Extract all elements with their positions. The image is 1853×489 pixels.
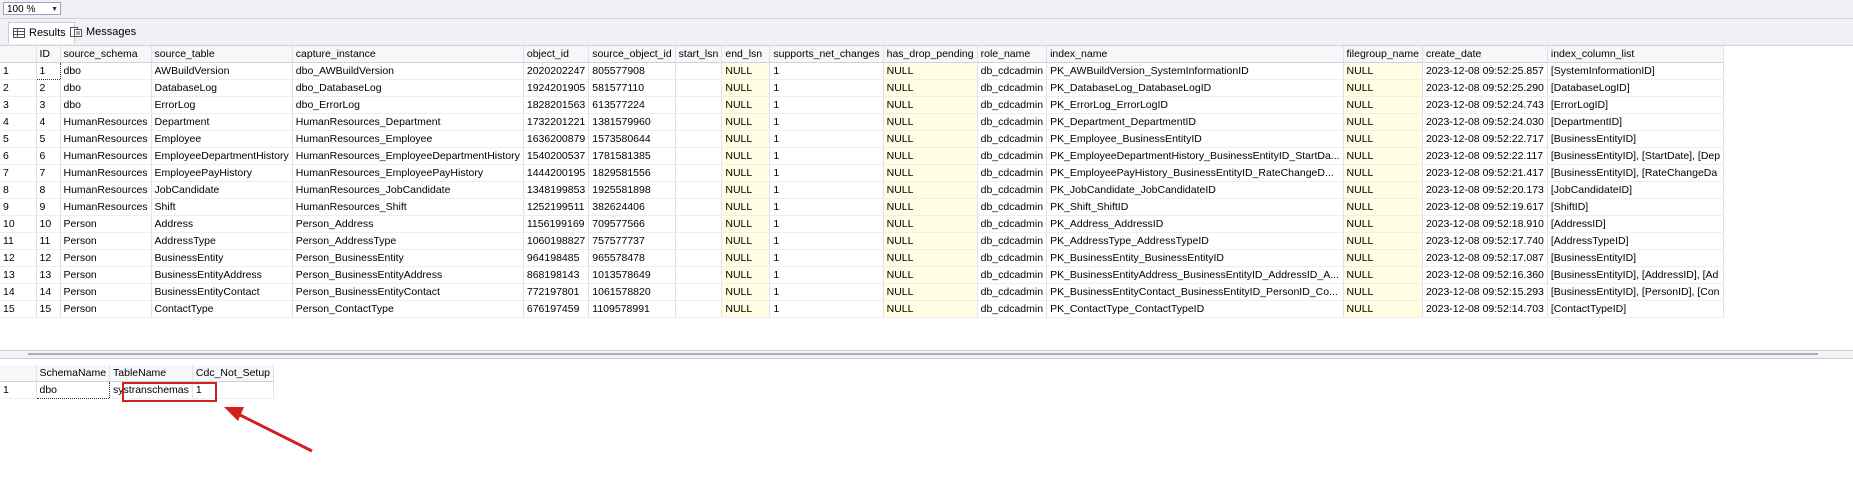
arrow-annotation bbox=[224, 407, 313, 453]
